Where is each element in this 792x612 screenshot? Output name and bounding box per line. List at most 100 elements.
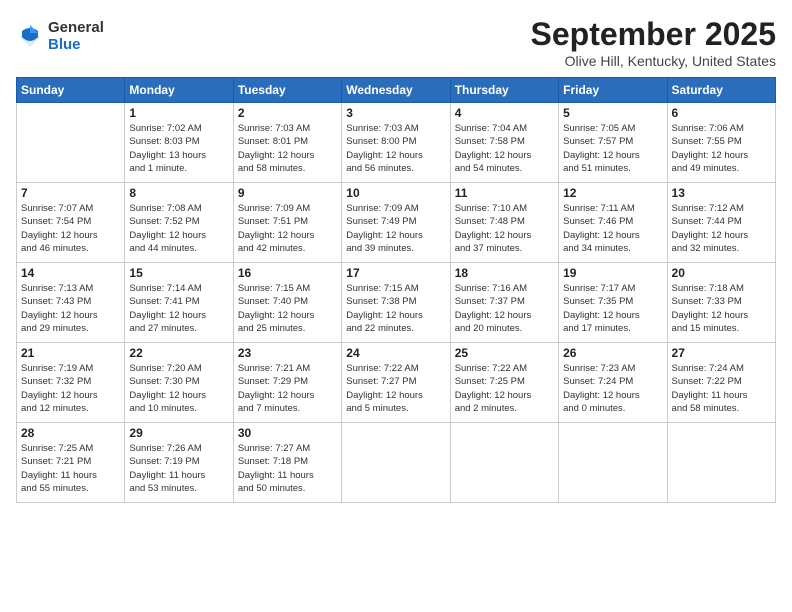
logo-blue: Blue: [48, 37, 104, 54]
calendar: SundayMondayTuesdayWednesdayThursdayFrid…: [16, 77, 776, 503]
month-title: September 2025: [531, 16, 776, 53]
day-info: Sunrise: 7:24 AMSunset: 7:22 PMDaylight:…: [672, 362, 771, 415]
day-number: 10: [346, 186, 445, 200]
calendar-cell: 12 Sunrise: 7:11 AMSunset: 7:46 PMDayligh…: [559, 183, 667, 263]
day-info: Sunrise: 7:21 AMSunset: 7:29 PMDaylight:…: [238, 362, 337, 415]
calendar-cell: 9Sunrise: 7:09 AMSunset: 7:51 PMDaylight…: [233, 183, 341, 263]
day-info: Sunrise: 7:26 AMSunset: 7:19 PMDaylight:…: [129, 442, 228, 495]
day-info: Sunrise: 7:20 AMSunset: 7:30 PMDaylight:…: [129, 362, 228, 415]
calendar-header-row: SundayMondayTuesdayWednesdayThursdayFrid…: [17, 78, 776, 103]
calendar-cell: 10 Sunrise: 7:09 AMSunset: 7:49 PMDayligh…: [342, 183, 450, 263]
day-info: Sunrise: 7:05 AMSunset: 7:57 PMDaylight:…: [563, 122, 662, 175]
calendar-cell: 29 Sunrise: 7:26 AMSunset: 7:19 PMDayligh…: [125, 423, 233, 503]
week-row-2: 7 Sunrise: 7:07 AMSunset: 7:54 PMDaylight…: [17, 183, 776, 263]
calendar-cell: 8 Sunrise: 7:08 AMSunset: 7:52 PMDaylight…: [125, 183, 233, 263]
day-number: 8: [129, 186, 228, 200]
day-info: Sunrise: 7:08 AMSunset: 7:52 PMDaylight:…: [129, 202, 228, 255]
calendar-cell: 27 Sunrise: 7:24 AMSunset: 7:22 PMDayligh…: [667, 343, 775, 423]
day-info: Sunrise: 7:25 AMSunset: 7:21 PMDaylight:…: [21, 442, 120, 495]
day-number: 27: [672, 346, 771, 360]
day-number: 25: [455, 346, 554, 360]
day-info: Sunrise: 7:09 AMSunset: 7:49 PMDaylight:…: [346, 202, 445, 255]
calendar-cell: 20 Sunrise: 7:18 AMSunset: 7:33 PMDayligh…: [667, 263, 775, 343]
day-number: 6: [672, 106, 771, 120]
location: Olive Hill, Kentucky, United States: [531, 53, 776, 69]
day-info: Sunrise: 7:09 AMSunset: 7:51 PMDaylight:…: [238, 202, 337, 255]
day-info: Sunrise: 7:18 AMSunset: 7:33 PMDaylight:…: [672, 282, 771, 335]
day-number: 18: [455, 266, 554, 280]
day-info: Sunrise: 7:03 AMSunset: 8:00 PMDaylight:…: [346, 122, 445, 175]
day-number: 24: [346, 346, 445, 360]
day-number: 13: [672, 186, 771, 200]
calendar-cell: 28Sunrise: 7:25 AMSunset: 7:21 PMDayligh…: [17, 423, 125, 503]
day-number: 17: [346, 266, 445, 280]
day-number: 22: [129, 346, 228, 360]
calendar-cell: [342, 423, 450, 503]
day-number: 4: [455, 106, 554, 120]
calendar-cell: [667, 423, 775, 503]
day-number: 1: [129, 106, 228, 120]
day-number: 7: [21, 186, 120, 200]
calendar-cell: 16 Sunrise: 7:15 AMSunset: 7:40 PMDayligh…: [233, 263, 341, 343]
calendar-cell: 7 Sunrise: 7:07 AMSunset: 7:54 PMDaylight…: [17, 183, 125, 263]
calendar-cell: 30 Sunrise: 7:27 AMSunset: 7:18 PMDayligh…: [233, 423, 341, 503]
calendar-cell: 19Sunrise: 7:17 AMSunset: 7:35 PMDayligh…: [559, 263, 667, 343]
calendar-cell: 22 Sunrise: 7:20 AMSunset: 7:30 PMDayligh…: [125, 343, 233, 423]
calendar-cell: 5Sunrise: 7:05 AMSunset: 7:57 PMDaylight…: [559, 103, 667, 183]
week-row-1: 1Sunrise: 7:02 AMSunset: 8:03 PMDaylight…: [17, 103, 776, 183]
day-number: 11: [455, 186, 554, 200]
title-area: September 2025 Olive Hill, Kentucky, Uni…: [531, 16, 776, 69]
day-info: Sunrise: 7:13 AMSunset: 7:43 PMDaylight:…: [21, 282, 120, 335]
calendar-cell: 4 Sunrise: 7:04 AMSunset: 7:58 PMDaylight…: [450, 103, 558, 183]
day-info: Sunrise: 7:22 AMSunset: 7:27 PMDaylight:…: [346, 362, 445, 415]
day-number: 19: [563, 266, 662, 280]
day-info: Sunrise: 7:04 AMSunset: 7:58 PMDaylight:…: [455, 122, 554, 175]
calendar-cell: 24 Sunrise: 7:22 AMSunset: 7:27 PMDayligh…: [342, 343, 450, 423]
day-number: 16: [238, 266, 337, 280]
day-info: Sunrise: 7:07 AMSunset: 7:54 PMDaylight:…: [21, 202, 120, 255]
day-header-tuesday: Tuesday: [233, 78, 341, 103]
day-header-friday: Friday: [559, 78, 667, 103]
day-number: 23: [238, 346, 337, 360]
calendar-cell: 13Sunrise: 7:12 AMSunset: 7:44 PMDayligh…: [667, 183, 775, 263]
day-header-thursday: Thursday: [450, 78, 558, 103]
day-number: 3: [346, 106, 445, 120]
day-number: 29: [129, 426, 228, 440]
day-info: Sunrise: 7:10 AMSunset: 7:48 PMDaylight:…: [455, 202, 554, 255]
day-info: Sunrise: 7:23 AMSunset: 7:24 PMDaylight:…: [563, 362, 662, 415]
day-number: 21: [21, 346, 120, 360]
day-number: 20: [672, 266, 771, 280]
day-header-sunday: Sunday: [17, 78, 125, 103]
day-number: 15: [129, 266, 228, 280]
day-info: Sunrise: 7:22 AMSunset: 7:25 PMDaylight:…: [455, 362, 554, 415]
week-row-4: 21 Sunrise: 7:19 AMSunset: 7:32 PMDayligh…: [17, 343, 776, 423]
calendar-cell: [559, 423, 667, 503]
calendar-cell: 18 Sunrise: 7:16 AMSunset: 7:37 PMDayligh…: [450, 263, 558, 343]
calendar-cell: [450, 423, 558, 503]
day-info: Sunrise: 7:16 AMSunset: 7:37 PMDaylight:…: [455, 282, 554, 335]
day-info: Sunrise: 7:19 AMSunset: 7:32 PMDaylight:…: [21, 362, 120, 415]
calendar-cell: 11 Sunrise: 7:10 AMSunset: 7:48 PMDayligh…: [450, 183, 558, 263]
calendar-cell: 26 Sunrise: 7:23 AMSunset: 7:24 PMDayligh…: [559, 343, 667, 423]
day-info: Sunrise: 7:11 AMSunset: 7:46 PMDaylight:…: [563, 202, 662, 255]
calendar-cell: 15Sunrise: 7:14 AMSunset: 7:41 PMDayligh…: [125, 263, 233, 343]
header: General Blue September 2025 Olive Hill, …: [16, 16, 776, 69]
logo-icon: [16, 23, 44, 51]
calendar-cell: [17, 103, 125, 183]
day-number: 12: [563, 186, 662, 200]
day-header-monday: Monday: [125, 78, 233, 103]
week-row-3: 14Sunrise: 7:13 AMSunset: 7:43 PMDayligh…: [17, 263, 776, 343]
day-number: 2: [238, 106, 337, 120]
calendar-cell: 25 Sunrise: 7:22 AMSunset: 7:25 PMDayligh…: [450, 343, 558, 423]
day-number: 26: [563, 346, 662, 360]
day-number: 30: [238, 426, 337, 440]
logo: General Blue: [16, 20, 104, 53]
calendar-cell: 17Sunrise: 7:15 AMSunset: 7:38 PMDayligh…: [342, 263, 450, 343]
day-info: Sunrise: 7:15 AMSunset: 7:40 PMDaylight:…: [238, 282, 337, 335]
calendar-cell: 21 Sunrise: 7:19 AMSunset: 7:32 PMDayligh…: [17, 343, 125, 423]
calendar-cell: 6Sunrise: 7:06 AMSunset: 7:55 PMDaylight…: [667, 103, 775, 183]
logo-general: General: [48, 20, 104, 37]
logo-text: General Blue: [48, 20, 104, 53]
calendar-cell: 1Sunrise: 7:02 AMSunset: 8:03 PMDaylight…: [125, 103, 233, 183]
day-info: Sunrise: 7:27 AMSunset: 7:18 PMDaylight:…: [238, 442, 337, 495]
